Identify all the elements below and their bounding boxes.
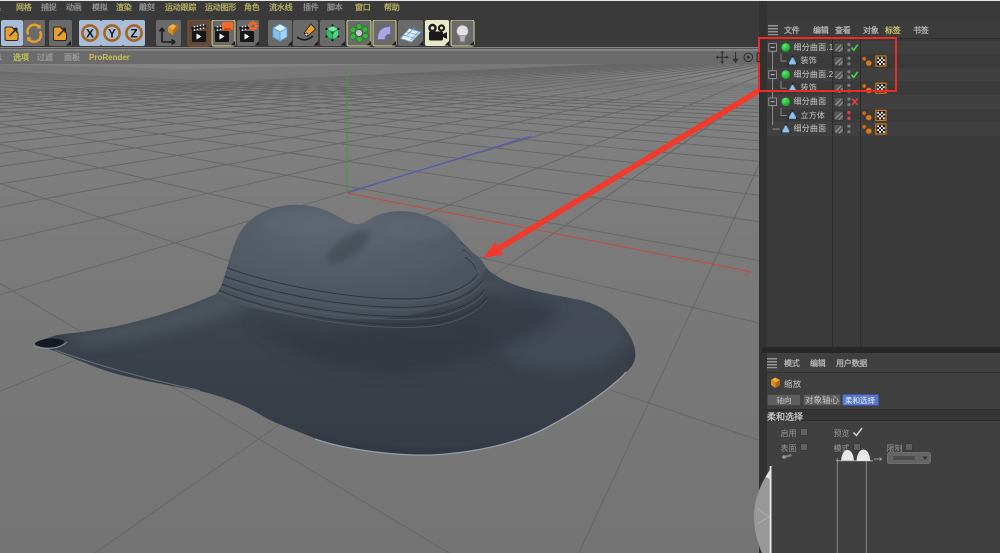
svg-text:Z: Z xyxy=(130,26,137,40)
svg-text:Y: Y xyxy=(108,26,116,40)
svg-text:X: X xyxy=(86,26,94,40)
